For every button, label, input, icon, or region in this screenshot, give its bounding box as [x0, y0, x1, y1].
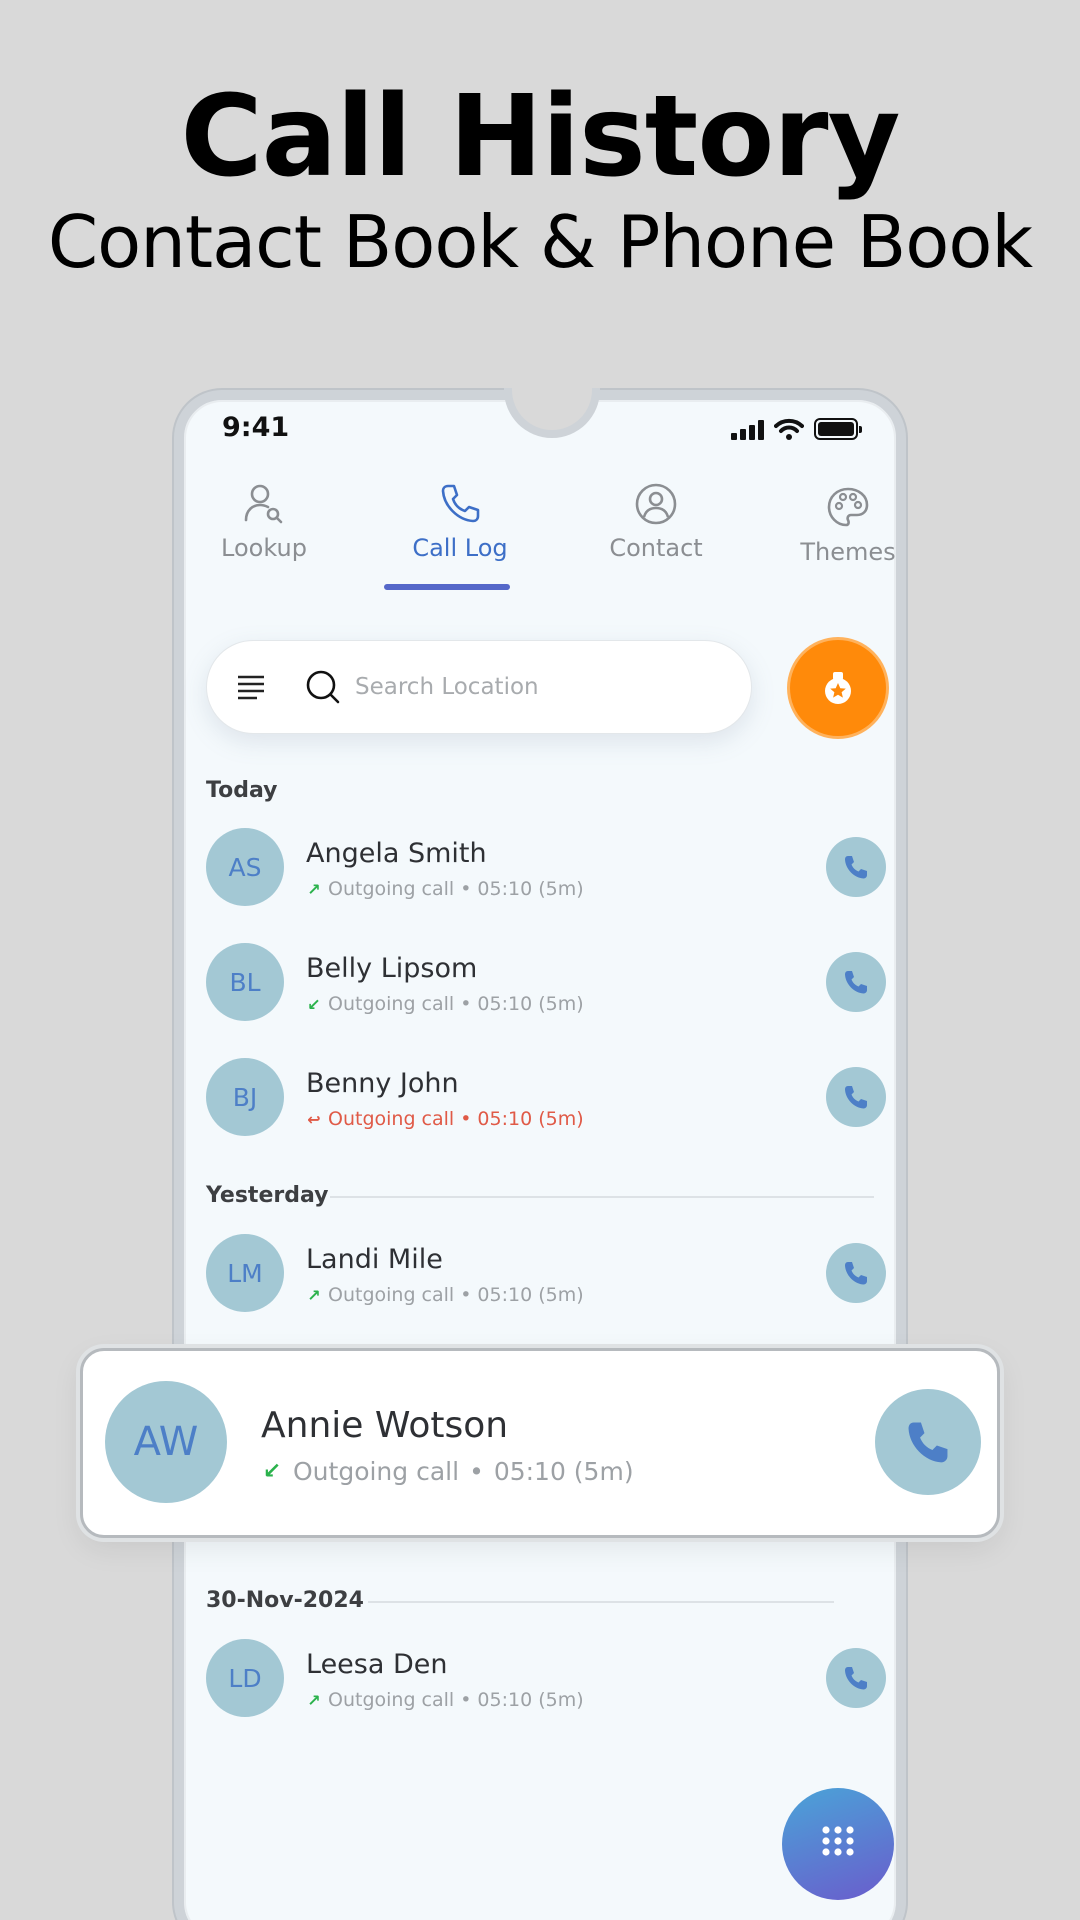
call-row[interactable]: AS Angela Smith ↗ Outgoing call • 05:10 …	[206, 828, 886, 908]
separator: •	[460, 1108, 472, 1130]
section-date: 30-Nov-2024	[206, 1588, 364, 1613]
phone-frame: 9:41 Lookup Call Log Contact Themes Sear…	[174, 388, 906, 1920]
phone-icon	[845, 1086, 867, 1109]
wifi-icon	[774, 418, 804, 440]
call-time: 05:10 (5m)	[477, 1284, 584, 1306]
separator: •	[469, 1457, 484, 1486]
call-type: Outgoing call	[328, 1689, 455, 1711]
avatar: LM	[206, 1234, 284, 1312]
separator: •	[460, 1689, 472, 1711]
call-row[interactable]: LM Landi Mile ↗ Outgoing call • 05:10 (5…	[206, 1234, 886, 1314]
separator: •	[460, 1284, 472, 1306]
outgoing-arrow-icon: ↗	[307, 1690, 321, 1710]
call-time: 05:10 (5m)	[493, 1457, 634, 1486]
section-yesterday: Yesterday	[206, 1183, 329, 1208]
search-input[interactable]	[355, 665, 735, 709]
tab-call-log[interactable]: Call Log	[380, 480, 540, 562]
contact-name: Angela Smith	[306, 838, 487, 869]
call-meta: ↩ Outgoing call • 05:10 (5m)	[306, 1108, 584, 1130]
tab-label: Lookup	[221, 534, 307, 562]
phone-notch	[504, 388, 600, 438]
section-today: Today	[206, 778, 278, 803]
promo-subtitle: Contact Book & Phone Book	[47, 200, 1033, 284]
call-row[interactable]: LD Leesa Den ↗ Outgoing call • 05:10 (5m…	[206, 1639, 886, 1719]
avatar: LD	[206, 1639, 284, 1717]
call-button[interactable]	[826, 952, 886, 1012]
tab-label: Contact	[609, 534, 703, 562]
battery-icon	[814, 418, 862, 440]
person-circle-icon	[635, 483, 677, 525]
avatar: AS	[206, 828, 284, 906]
outgoing-arrow-icon: ↗	[307, 879, 321, 899]
contact-name: Leesa Den	[306, 1649, 448, 1680]
person-search-icon	[244, 484, 283, 524]
search-icon	[306, 670, 340, 704]
tab-themes[interactable]: Themes	[768, 484, 928, 566]
call-button[interactable]	[826, 1067, 886, 1127]
badge-star-icon	[825, 672, 851, 704]
contact-name: Belly Lipsom	[306, 953, 478, 984]
separator: •	[460, 878, 472, 900]
outgoing-arrow-icon: ↗	[307, 1285, 321, 1305]
tab-label: Call Log	[412, 534, 508, 562]
highlighted-call-card[interactable]: AW Annie Wotson ↙ Outgoing call • 05:10 …	[80, 1348, 1000, 1538]
call-time: 05:10 (5m)	[477, 878, 584, 900]
section-divider	[368, 1601, 834, 1603]
avatar: BJ	[206, 1058, 284, 1136]
phone-icon	[845, 856, 867, 879]
menu-icon[interactable]	[237, 673, 265, 701]
call-button[interactable]	[875, 1389, 981, 1495]
call-type: Outgoing call	[328, 1108, 455, 1130]
call-row[interactable]: BJ Benny John ↩ Outgoing call • 05:10 (5…	[206, 1058, 886, 1138]
contact-name: Landi Mile	[306, 1244, 443, 1275]
promo-title: Call History	[180, 72, 900, 202]
call-time: 05:10 (5m)	[477, 1108, 584, 1130]
call-time: 05:10 (5m)	[477, 993, 584, 1015]
incoming-arrow-icon: ↙	[262, 1459, 282, 1484]
phone-icon	[441, 484, 480, 523]
signal-icon	[731, 418, 764, 440]
call-type: Outgoing call	[328, 993, 455, 1015]
dialpad-icon	[822, 1826, 854, 1856]
phone-icon	[908, 1422, 948, 1463]
call-button[interactable]	[826, 1243, 886, 1303]
separator: •	[460, 993, 472, 1015]
call-button[interactable]	[826, 1648, 886, 1708]
call-type: Outgoing call	[328, 878, 455, 900]
phone-icon	[845, 1262, 867, 1285]
call-type: Outgoing call	[328, 1284, 455, 1306]
palette-icon	[827, 487, 869, 527]
phone-icon	[845, 971, 867, 994]
call-row[interactable]: BL Belly Lipsom ↙ Outgoing call • 05:10 …	[206, 943, 886, 1023]
call-meta: ↗ Outgoing call • 05:10 (5m)	[306, 878, 584, 900]
call-button[interactable]	[826, 837, 886, 897]
phone-icon	[845, 1667, 867, 1690]
avatar: AW	[105, 1381, 227, 1503]
premium-button[interactable]	[790, 640, 886, 736]
call-meta: ↗ Outgoing call • 05:10 (5m)	[306, 1284, 584, 1306]
active-tab-indicator	[384, 584, 510, 590]
tab-label: Themes	[800, 538, 896, 566]
contact-name: Annie Wotson	[261, 1405, 509, 1446]
call-meta: ↗ Outgoing call • 05:10 (5m)	[306, 1689, 584, 1711]
tab-bar: Lookup Call Log Contact Themes	[184, 480, 896, 590]
status-icons	[731, 418, 862, 440]
avatar: BL	[206, 943, 284, 1021]
dialpad-button[interactable]	[782, 1788, 894, 1900]
section-divider	[330, 1196, 874, 1198]
search-bar	[206, 640, 752, 734]
missed-call-icon: ↩	[307, 1109, 321, 1129]
call-meta: ↙ Outgoing call • 05:10 (5m)	[306, 993, 584, 1015]
incoming-arrow-icon: ↙	[307, 994, 321, 1014]
tab-contact[interactable]: Contact	[576, 480, 736, 562]
call-meta: ↙ Outgoing call • 05:10 (5m)	[261, 1457, 634, 1486]
status-time: 9:41	[222, 412, 290, 443]
call-time: 05:10 (5m)	[477, 1689, 584, 1711]
contact-name: Benny John	[306, 1068, 459, 1099]
call-type: Outgoing call	[293, 1457, 460, 1486]
tab-lookup[interactable]: Lookup	[184, 480, 344, 562]
